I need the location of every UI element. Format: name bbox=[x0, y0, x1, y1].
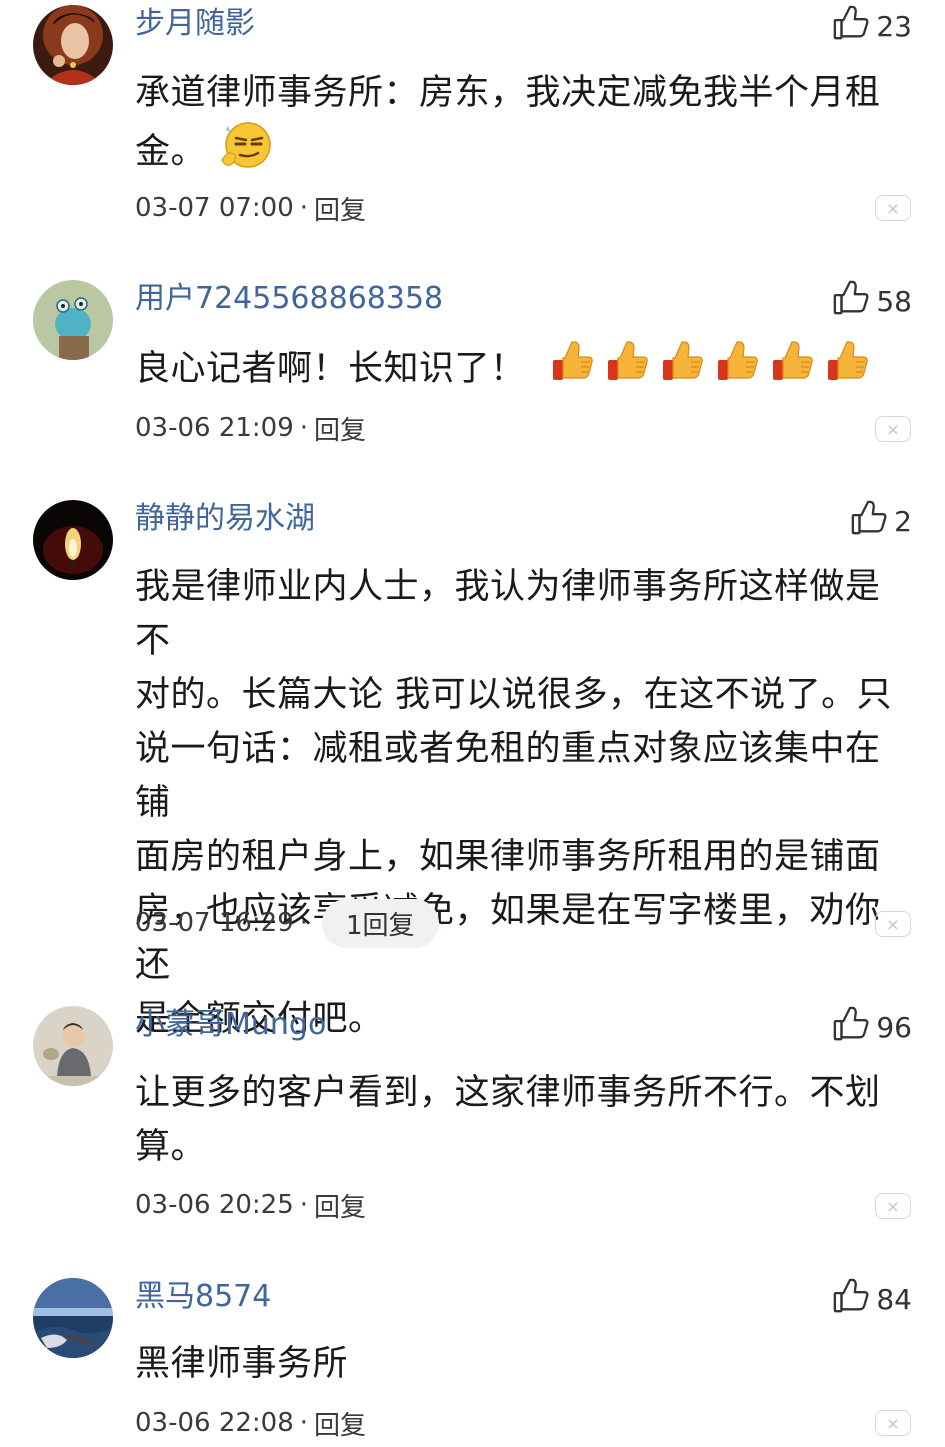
meta-separator: · bbox=[299, 908, 309, 938]
like-button[interactable]: 23 bbox=[832, 4, 912, 48]
comment-meta: 03-06 21:09 · 回复 bbox=[135, 406, 366, 450]
like-count: 84 bbox=[876, 1282, 912, 1316]
close-icon[interactable]: × bbox=[875, 1410, 911, 1436]
like-count: 96 bbox=[876, 1010, 912, 1044]
reply-button[interactable]: 回复 bbox=[314, 410, 366, 447]
timestamp: 03-06 20:25 bbox=[135, 1190, 294, 1220]
username[interactable]: 小蒙哥Mungo bbox=[135, 1005, 326, 1045]
username[interactable]: 步月随影 bbox=[135, 4, 255, 44]
thumbs-up-emoji bbox=[661, 340, 704, 400]
comment-item: 步月随影 23 承道律师事务所：房东，我决定减免我半个月租 金。 03-07 0… bbox=[0, 0, 945, 240]
thumbs-up-emoji bbox=[606, 340, 649, 400]
meta-separator: · bbox=[299, 193, 309, 223]
meta-separator: · bbox=[299, 413, 309, 443]
meta-separator: · bbox=[299, 1408, 309, 1438]
close-icon[interactable]: × bbox=[875, 416, 911, 442]
like-button[interactable]: 58 bbox=[832, 279, 912, 323]
comment-meta: 03-06 22:08 · 回复 bbox=[135, 1401, 366, 1445]
thinking-smirk-emoji bbox=[218, 120, 274, 186]
comment-text-line: 我是律师业内人士，我认为律师事务所这样做是不 bbox=[135, 567, 881, 661]
avatar[interactable] bbox=[33, 280, 113, 360]
meta-separator: · bbox=[299, 1190, 309, 1220]
close-icon[interactable]: × bbox=[875, 195, 911, 221]
close-icon[interactable]: × bbox=[875, 1193, 911, 1219]
like-button[interactable]: 2 bbox=[850, 499, 912, 543]
like-count: 23 bbox=[876, 9, 912, 43]
thumbs-up-outline-icon bbox=[832, 4, 870, 49]
comment-text-line: 对的。长篇大论 我可以说很多，在这不说了。只 bbox=[135, 675, 893, 715]
username[interactable]: 用户7245568868358 bbox=[135, 279, 443, 319]
timestamp: 03-06 22:08 bbox=[135, 1408, 294, 1438]
like-button[interactable]: 84 bbox=[832, 1277, 912, 1321]
avatar[interactable] bbox=[33, 1006, 113, 1086]
comment-meta: 03-06 20:25 · 回复 bbox=[135, 1183, 366, 1227]
avatar[interactable] bbox=[33, 500, 113, 580]
comment-text: 黑律师事务所 bbox=[135, 1337, 910, 1391]
comment-text: 我是律师业内人士，我认为律师事务所这样做是不 对的。长篇大论 我可以说很多，在这… bbox=[135, 560, 910, 1046]
comment-text-line-2: 算。 bbox=[135, 1127, 207, 1167]
close-icon[interactable]: × bbox=[875, 911, 911, 937]
thumbs-up-outline-icon bbox=[850, 499, 888, 544]
comment-text: 良心记者啊！长知识了！ bbox=[135, 340, 910, 400]
thumbs-up-outline-icon bbox=[832, 1277, 870, 1322]
avatar[interactable] bbox=[33, 5, 113, 85]
username[interactable]: 黑马8574 bbox=[135, 1277, 271, 1317]
thumbs-up-emoji bbox=[826, 340, 869, 400]
comment-text-line: 承道律师事务所：房东，我决定减免我半个月租 bbox=[135, 73, 881, 113]
comment-meta: 03-07 07:00 · 回复 bbox=[135, 186, 366, 230]
timestamp: 03-06 21:09 bbox=[135, 413, 294, 443]
comment-meta: 03-07 16:29 · 1回复 bbox=[135, 898, 439, 948]
comment-text-line: 面房的租户身上，如果律师事务所租用的是铺面 bbox=[135, 837, 881, 877]
thumbs-up-emoji bbox=[716, 340, 759, 400]
comment-text: 让更多的客户看到，这家律师事务所不行。不划 算。 bbox=[135, 1066, 910, 1174]
reply-button[interactable]: 回复 bbox=[314, 1187, 366, 1224]
comment-text: 承道律师事务所：房东，我决定减免我半个月租 金。 bbox=[135, 66, 910, 186]
reply-button[interactable]: 回复 bbox=[314, 1405, 366, 1442]
replies-button[interactable]: 1回复 bbox=[322, 898, 439, 948]
timestamp: 03-07 16:29 bbox=[135, 908, 294, 938]
like-count: 58 bbox=[876, 284, 912, 318]
comment-text-line: 说一句话：减租或者免租的重点对象应该集中在铺 bbox=[135, 729, 881, 823]
comment-text-line: 黑律师事务所 bbox=[135, 1344, 349, 1384]
like-count: 2 bbox=[894, 504, 912, 538]
thumbs-up-emoji-row bbox=[551, 340, 869, 400]
avatar[interactable] bbox=[33, 1278, 113, 1358]
thumbs-up-emoji bbox=[551, 340, 594, 400]
comment-text-line: 让更多的客户看到，这家律师事务所不行。不划 bbox=[135, 1073, 881, 1113]
like-button[interactable]: 96 bbox=[832, 1005, 912, 1049]
comment-text-line-2: 金。 bbox=[135, 120, 910, 186]
comment-text-tail: 金。 bbox=[135, 132, 207, 172]
username[interactable]: 静静的易水湖 bbox=[135, 499, 315, 539]
thumbs-up-outline-icon bbox=[832, 1005, 870, 1050]
reply-button[interactable]: 回复 bbox=[314, 190, 366, 227]
thumbs-up-emoji bbox=[771, 340, 814, 400]
comment-text-line: 良心记者啊！长知识了！ bbox=[135, 349, 526, 389]
timestamp: 03-07 07:00 bbox=[135, 193, 294, 223]
thumbs-up-outline-icon bbox=[832, 279, 870, 324]
